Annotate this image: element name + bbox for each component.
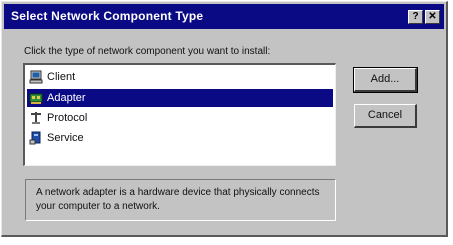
list-item-service[interactable]: Service	[27, 129, 333, 147]
close-icon: ✕	[428, 11, 437, 22]
protocol-icon	[31, 112, 41, 124]
network-adapter-icon	[29, 93, 43, 104]
close-button[interactable]: ✕	[425, 10, 440, 24]
help-icon: ?	[412, 11, 419, 22]
component-description: A network adapter is a hardware device t…	[36, 187, 320, 212]
client-computer-icon	[29, 70, 43, 84]
help-button[interactable]: ?	[408, 10, 423, 24]
description-box: A network adapter is a hardware device t…	[25, 179, 336, 221]
select-network-component-dialog: Select Network Component Type ? ✕ Click …	[1, 1, 448, 237]
list-item-protocol[interactable]: Protocol	[27, 109, 333, 127]
component-type-list[interactable]: Client Adapter Protocol Service	[23, 63, 336, 166]
list-item-label: Client	[47, 71, 76, 83]
title-bar: Select Network Component Type ? ✕	[4, 4, 444, 29]
list-item-label: Service	[47, 132, 84, 144]
list-item-client[interactable]: Client	[27, 68, 333, 86]
window-title: Select Network Component Type	[11, 9, 204, 23]
add-button[interactable]: Add...	[353, 67, 418, 93]
cancel-button[interactable]: Cancel	[354, 104, 417, 128]
list-item-label: Adapter	[47, 92, 86, 104]
service-icon	[29, 131, 41, 145]
list-item-adapter[interactable]: Adapter	[27, 89, 333, 107]
list-item-label: Protocol	[47, 112, 88, 124]
instruction-label: Click the type of network component you …	[24, 46, 271, 57]
